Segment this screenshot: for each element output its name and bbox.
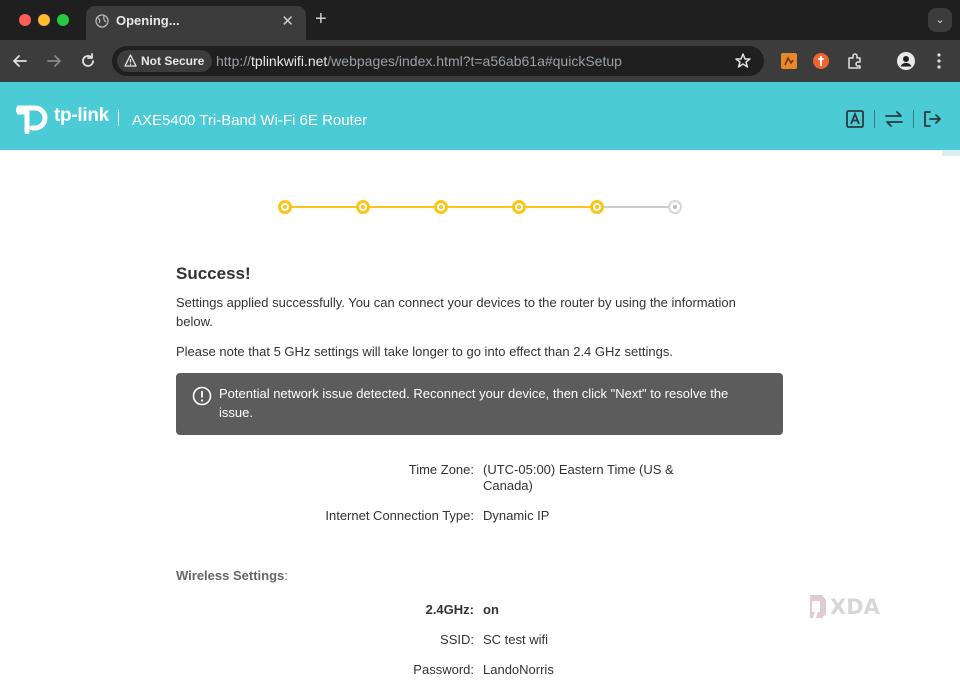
connection-type-value: Dynamic IP <box>483 508 550 523</box>
watermark-text: XDA <box>830 595 881 619</box>
alert-info-icon <box>192 386 212 406</box>
new-tab-icon[interactable]: + <box>315 8 327 31</box>
connection-type-label: Internet Connection Type: <box>325 508 474 523</box>
tab-strip: Opening... ✕ + ⌄ <box>0 0 960 40</box>
profile-avatar-icon[interactable] <box>897 52 915 70</box>
progress-step-dot <box>512 200 526 214</box>
band-note: Please note that 5 GHz settings will tak… <box>176 344 673 359</box>
ssid-label: SSID: <box>440 632 474 647</box>
not-secure-chip[interactable]: Not Secure <box>117 50 213 72</box>
address-bar[interactable]: Not Secure http://tplinkwifi.net/webpage… <box>112 46 764 76</box>
ssid-value: SC test wifi <box>483 632 549 647</box>
tab-search-chevron-icon[interactable]: ⌄ <box>928 8 952 32</box>
progress-step-dot <box>278 200 292 214</box>
browser-menu-icon[interactable] <box>936 51 942 71</box>
progress-step-dot <box>668 200 682 214</box>
header-divider <box>118 110 119 126</box>
url-path: /webpages/index.html?t=a56ab61a#quickSet… <box>327 53 622 69</box>
alert-message: Potential network issue detected. Reconn… <box>219 386 729 420</box>
minimize-window-button[interactable] <box>38 14 50 26</box>
quick-setup-content: Success! Settings applied successfully. … <box>0 150 960 683</box>
text-a-icon[interactable] <box>845 109 865 129</box>
network-alert: Potential network issue detected. Reconn… <box>176 373 783 435</box>
header-icon-divider <box>913 110 914 128</box>
tp-link-logo-icon <box>15 105 48 134</box>
wireless-settings-label: Wireless Settings <box>176 568 285 583</box>
progress-step-dot <box>434 200 448 214</box>
swap-arrows-icon[interactable] <box>884 109 904 129</box>
close-window-button[interactable] <box>19 14 31 26</box>
maximize-window-button[interactable] <box>57 14 69 26</box>
url-text[interactable]: http://tplinkwifi.net/webpages/index.htm… <box>216 53 622 69</box>
success-message: Settings applied successfully. You can c… <box>176 295 736 329</box>
progress-connector <box>519 206 597 208</box>
extensions-puzzle-icon[interactable] <box>846 52 864 70</box>
band-label: 2.4GHz: <box>425 602 474 617</box>
header-icon-divider <box>874 110 875 128</box>
warning-triangle-icon <box>124 54 137 67</box>
wireless-settings-heading: Wireless Settings: <box>176 568 288 583</box>
security-label: Not Secure <box>141 54 205 68</box>
progress-connector <box>363 206 441 208</box>
progress-step-dot <box>590 200 604 214</box>
brand-name: tp-link <box>54 105 109 126</box>
tab-title: Opening... <box>116 13 180 28</box>
scrollbar-track[interactable] <box>942 150 960 156</box>
extension-orange-icon[interactable] <box>780 52 798 70</box>
xda-watermark-logo: XDA <box>810 595 881 619</box>
wireless-settings-colon: : <box>284 568 288 583</box>
browser-window: Opening... ✕ + ⌄ Not Secure http://tplin… <box>0 0 960 683</box>
time-zone-label: Time Zone: <box>408 462 474 477</box>
setup-progress <box>278 200 682 214</box>
bookmark-star-icon[interactable] <box>734 52 752 70</box>
password-value: LandoNorris <box>483 662 554 677</box>
band-value: on <box>483 602 499 617</box>
progress-step-dot <box>356 200 370 214</box>
forward-arrow-icon[interactable] <box>44 51 64 71</box>
time-zone-value: (UTC-05:00) Eastern Time (US & Canada) <box>483 462 674 493</box>
progress-connector <box>285 206 363 208</box>
progress-connector <box>597 206 675 208</box>
router-model: AXE5400 Tri-Band Wi-Fi 6E Router <box>132 112 368 129</box>
password-label: Password: <box>413 662 474 677</box>
url-host: tplinkwifi.net <box>251 53 328 69</box>
extension-shield-icon[interactable] <box>812 52 830 70</box>
url-scheme: http:// <box>216 53 252 69</box>
progress-connector <box>441 206 519 208</box>
router-header: tp-link AXE5400 Tri-Band Wi-Fi 6E Router <box>0 82 960 150</box>
browser-toolbar: Not Secure http://tplinkwifi.net/webpage… <box>0 40 960 82</box>
reload-icon[interactable] <box>78 51 98 71</box>
globe-icon <box>95 14 109 28</box>
browser-tab[interactable]: Opening... ✕ <box>86 6 306 40</box>
page-title: Success! <box>176 264 251 283</box>
back-arrow-icon[interactable] <box>10 51 30 71</box>
logout-icon[interactable] <box>922 109 942 129</box>
close-tab-icon[interactable]: ✕ <box>281 12 294 30</box>
